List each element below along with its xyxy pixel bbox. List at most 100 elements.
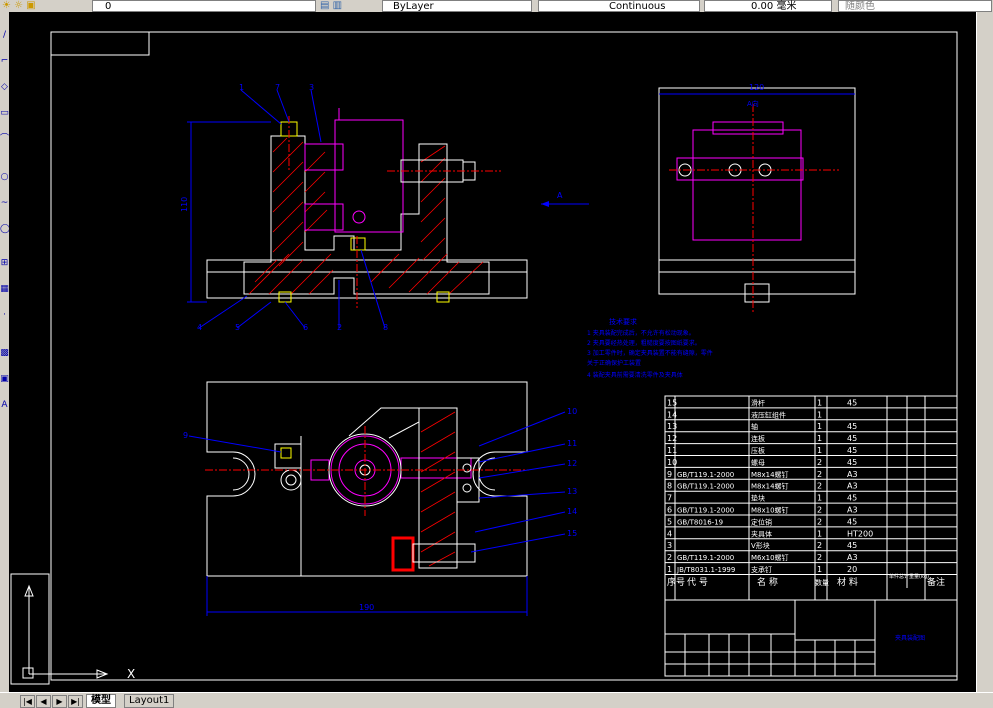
- bom-cell-qty: 1: [817, 446, 822, 455]
- color-bylayer-value: ByLayer: [393, 1, 434, 12]
- last-tab-button[interactable]: ▶|: [68, 695, 83, 708]
- bom-cell-name: 滑杆: [751, 398, 765, 407]
- front-balloon-6: 6: [303, 323, 308, 332]
- bom-cell-qty: 2: [817, 553, 822, 562]
- plotstyle-dropdown[interactable]: 随颜色: [838, 0, 992, 12]
- layer-tools-icons[interactable]: ▤ ▥: [320, 0, 342, 11]
- front-balloon-2: 2: [337, 323, 342, 332]
- bom-cell-material: 45: [847, 517, 857, 526]
- front-balloon-3: 3: [309, 83, 314, 92]
- bom-cell-no: 2: [667, 553, 672, 562]
- top-balloon-11: 11: [567, 439, 577, 448]
- bom-cell-material: A3: [847, 506, 858, 515]
- vertical-scrollbar[interactable]: [976, 12, 993, 692]
- bom-cell-material: 45: [847, 541, 857, 550]
- tool-icon-point[interactable]: ·: [0, 310, 9, 320]
- bom-header-code: 代 号: [687, 577, 708, 588]
- side-view-label: A向: [747, 99, 759, 108]
- tool-icon-block[interactable]: ▦: [0, 284, 9, 294]
- bom-cell-code: GB/T8016-19: [677, 518, 723, 526]
- bom-table: 15 滑杆 1 4514 液压缸组件 113 轴 1 4512 连板 1 4511 压板 1 4510 螺母 2…: [664, 395, 958, 601]
- bom-cell-no: 6: [667, 506, 672, 515]
- bom-cell-code: GB/T119.1-2000: [677, 483, 734, 491]
- linetype-dropdown[interactable]: Continuous: [538, 0, 700, 12]
- tool-icon-hatch[interactable]: ▩: [0, 348, 9, 358]
- bom-cell-material: 45: [847, 458, 857, 467]
- notes-line-2: 2 夹具要经热处理，粗糙度要按图纸要求。: [587, 339, 701, 347]
- tool-icon-arc[interactable]: ⌒: [0, 134, 9, 144]
- bom-cell-qty: 2: [817, 482, 822, 491]
- top-balloon-14: 14: [567, 507, 577, 516]
- tool-icon-circle[interactable]: ○: [0, 172, 9, 182]
- tab-layout1[interactable]: Layout1: [124, 694, 175, 708]
- bom-cell-qty: 2: [817, 517, 822, 526]
- tool-icon-polygon[interactable]: ◇: [0, 82, 9, 92]
- bom-cell-name: 螺母: [751, 458, 765, 467]
- top-balloon-10: 10: [567, 407, 577, 416]
- tool-icon-region[interactable]: ▣: [0, 374, 9, 384]
- bom-cell-no: 3: [667, 541, 672, 550]
- bom-cell-material: 45: [847, 422, 857, 431]
- bom-cell-code: GB/T119.1-2000: [677, 554, 734, 562]
- title-drawing-name: 夹具装配图: [895, 634, 925, 642]
- bom-cell-name: 夹具体: [751, 529, 772, 538]
- tool-icon-insert[interactable]: ⊞: [0, 258, 9, 268]
- bom-cell-code: GB/T119.1-2000: [677, 507, 734, 515]
- drawing-canvas[interactable]: 110 A 1 7 3 4 5 6 2 8 120 A向 技术要求 1 夹具装配…: [9, 12, 976, 692]
- lineweight-dropdown[interactable]: 0.00 毫米: [704, 0, 832, 12]
- bom-cell-material: 45: [847, 494, 857, 503]
- bom-cell-material: 45: [847, 398, 857, 407]
- top-balloon-leaders: [188, 411, 566, 553]
- tool-icon-ellipse[interactable]: ◯: [0, 224, 10, 234]
- bom-cell-no: 7: [667, 494, 672, 503]
- top-view: 190: [205, 381, 529, 616]
- layer-value: 0: [105, 1, 112, 12]
- bom-cell-no: 5: [667, 517, 672, 526]
- tool-icon-mtext[interactable]: A: [0, 400, 9, 410]
- bom-cell-no: 11: [667, 446, 677, 455]
- bom-cell-name: M6x10螺钉: [751, 553, 789, 562]
- bom-cell-material: A3: [847, 482, 858, 491]
- bom-cell-name: 连板: [751, 434, 765, 443]
- prev-tab-button[interactable]: ◀: [36, 695, 51, 708]
- front-balloon-5: 5: [235, 323, 240, 332]
- bom-cell-material: A3: [847, 553, 858, 562]
- tool-icon-line[interactable]: /: [0, 30, 9, 40]
- bom-cell-name: M8x14螺钉: [751, 482, 789, 491]
- bom-header-weight: 单件总计重量(kg): [889, 573, 929, 580]
- top-width-dim: 190: [359, 603, 374, 612]
- bom-cell-no: 4: [667, 529, 672, 538]
- top-balloon-13: 13: [567, 487, 577, 496]
- hydraulic-cylinder: [391, 536, 415, 572]
- linetype-value: Continuous: [609, 1, 666, 12]
- bom-cell-qty: 2: [817, 458, 822, 467]
- layer-dropdown[interactable]: 0: [92, 0, 316, 12]
- bom-cell-name: 压板: [751, 446, 765, 455]
- tab-model[interactable]: 模型: [86, 694, 116, 708]
- bom-cell-name: V形块: [751, 541, 770, 550]
- bom-cell-material: 45: [847, 434, 857, 443]
- drawing-svg: 110 A 1 7 3 4 5 6 2 8 120 A向 技术要求 1 夹具装配…: [10, 31, 958, 685]
- tool-icon-polyline[interactable]: ⌐: [0, 56, 9, 66]
- bom-cell-qty: 1: [817, 422, 822, 431]
- bom-cell-name: 垫块: [751, 494, 765, 503]
- layer-state-icons[interactable]: ☀ ☼ ▣: [2, 0, 36, 11]
- next-tab-button[interactable]: ▶: [52, 695, 67, 708]
- color-dropdown[interactable]: ByLayer: [382, 0, 532, 12]
- notes-line-4: 关于正确保护工装置: [587, 359, 641, 367]
- side-workpiece: [676, 121, 804, 241]
- bom-cell-name: M8x10螺钉: [751, 506, 789, 515]
- bom-cell-no: 12: [667, 434, 677, 443]
- bom-cell-qty: 1: [817, 434, 822, 443]
- notes-line-3: 3 加工零件时，确定夹具装置不能有缝隙，零件: [587, 349, 713, 357]
- bom-cell-no: 14: [667, 410, 677, 419]
- top-balloon-12: 12: [567, 459, 577, 468]
- side-view: 120 A向: [658, 83, 856, 312]
- technical-notes: 技术要求 1 夹具装配完成后，不允许有松动现象。 2 夹具要经热处理，粗糙度要按…: [587, 317, 713, 379]
- bom-cell-name: M8x14螺钉: [751, 470, 789, 479]
- tool-icon-rectangle[interactable]: ▭: [0, 108, 9, 118]
- tool-icon-spline[interactable]: ~: [0, 198, 9, 208]
- bom-cell-qty: 1: [817, 410, 822, 419]
- first-tab-button[interactable]: |◀: [20, 695, 35, 708]
- bom-cell-qty: 1: [817, 529, 822, 538]
